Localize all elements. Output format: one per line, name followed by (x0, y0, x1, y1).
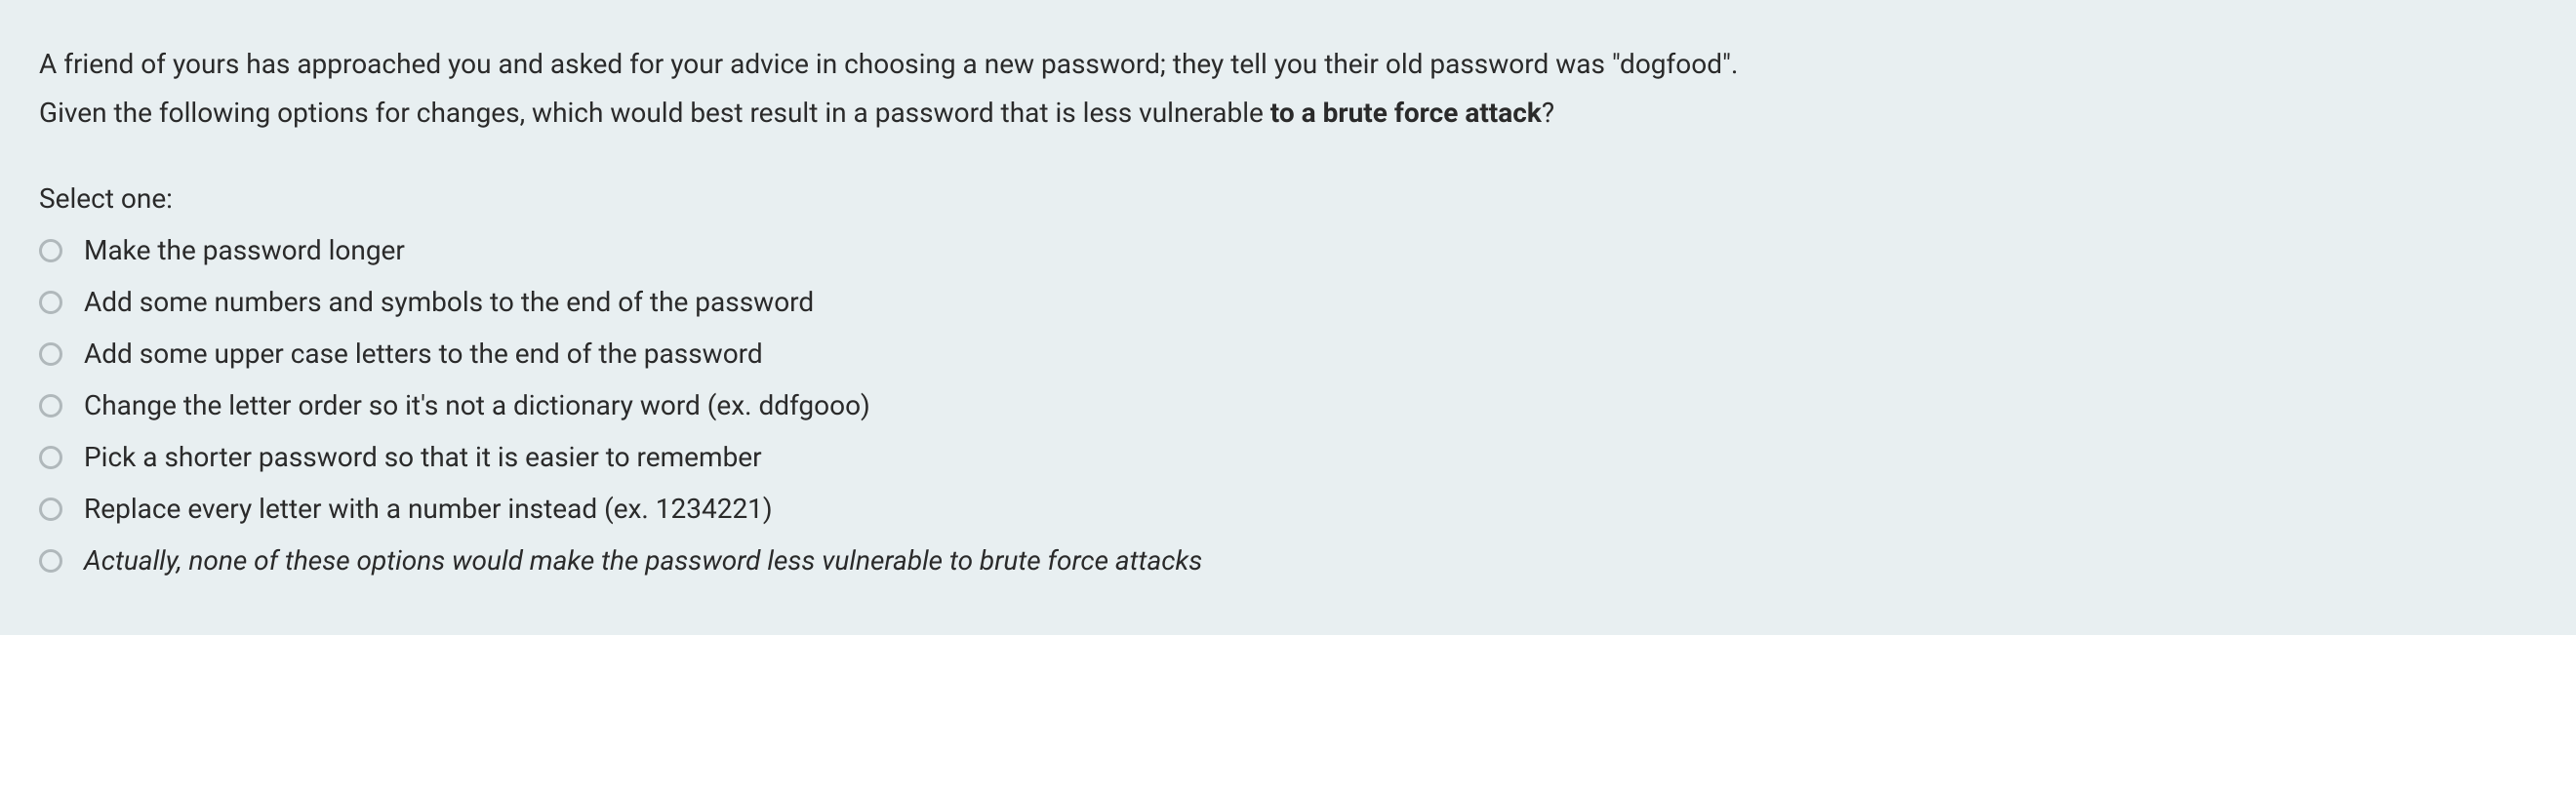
option-text: Replace every letter with a number inste… (84, 493, 773, 525)
radio-button[interactable] (39, 394, 62, 418)
option-text: Add some numbers and symbols to the end … (84, 286, 814, 318)
option-text: Actually, none of these options would ma… (84, 544, 1202, 577)
radio-button[interactable] (39, 549, 62, 573)
question-line-2-bold: to a brute force attack (1270, 97, 1542, 129)
option-item: Add some upper case letters to the end o… (39, 338, 2537, 370)
question-line-2-pre: Given the following options for changes,… (39, 97, 1270, 129)
option-item: Change the letter order so it's not a di… (39, 389, 2537, 421)
question-line-2: Given the following options for changes,… (39, 93, 2537, 134)
radio-button[interactable] (39, 498, 62, 521)
option-item: Replace every letter with a number inste… (39, 493, 2537, 525)
radio-button[interactable] (39, 342, 62, 366)
options-list: Make the password longer Add some number… (39, 234, 2537, 577)
question-line-2-post: ? (1542, 97, 1554, 129)
option-text: Pick a shorter password so that it is ea… (84, 441, 762, 473)
question-line-1: A friend of yours has approached you and… (39, 44, 2537, 85)
question-box: A friend of yours has approached you and… (0, 0, 2576, 635)
option-text: Make the password longer (84, 234, 405, 266)
select-one-label: Select one: (39, 182, 2537, 215)
option-item: Actually, none of these options would ma… (39, 544, 2537, 577)
option-text: Change the letter order so it's not a di… (84, 389, 870, 421)
radio-button[interactable] (39, 239, 62, 262)
option-text: Add some upper case letters to the end o… (84, 338, 763, 370)
option-item: Add some numbers and symbols to the end … (39, 286, 2537, 318)
radio-button[interactable] (39, 291, 62, 314)
radio-button[interactable] (39, 446, 62, 469)
option-item: Pick a shorter password so that it is ea… (39, 441, 2537, 473)
option-item: Make the password longer (39, 234, 2537, 266)
